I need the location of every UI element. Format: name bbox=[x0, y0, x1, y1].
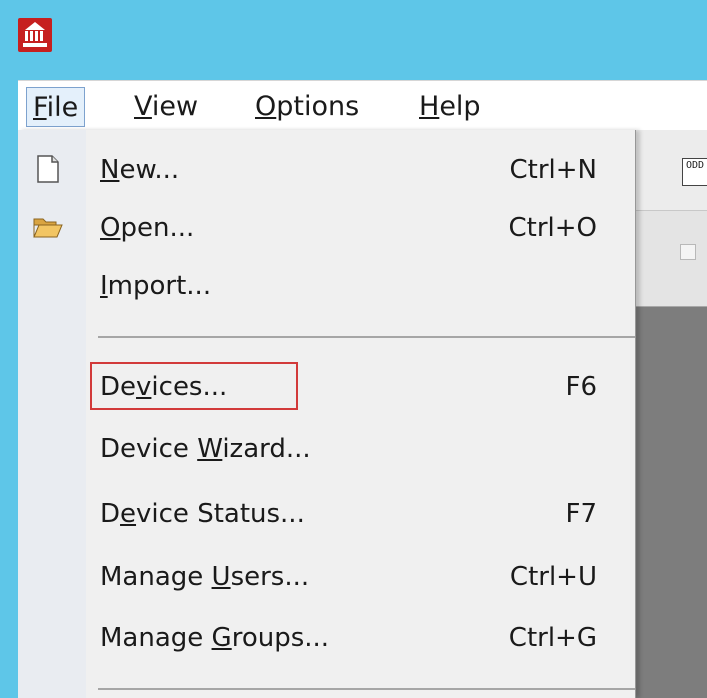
menu-item-label: Import... bbox=[100, 271, 212, 301]
menu-item-device-status[interactable]: Device Status... F7 bbox=[18, 485, 635, 543]
open-folder-icon bbox=[32, 211, 64, 243]
window-left-edge bbox=[0, 80, 18, 698]
menu-item-manage-users[interactable]: Manage Users... Ctrl+U bbox=[18, 548, 635, 606]
devices-highlight-box bbox=[90, 362, 298, 410]
menu-item-label: New... bbox=[100, 155, 180, 185]
menu-file[interactable]: File bbox=[26, 87, 86, 127]
menu-item-shortcut: Ctrl+U bbox=[509, 562, 597, 592]
menu-options[interactable]: Options bbox=[249, 87, 365, 127]
file-dropdown-menu: New... Ctrl+N Open... Ctrl+O Import... D… bbox=[18, 130, 636, 698]
menu-item-shortcut: F7 bbox=[565, 499, 598, 529]
menu-item-label: Device Wizard... bbox=[100, 434, 311, 464]
menu-bar: File View Options Help bbox=[18, 80, 707, 131]
menu-item-shortcut: Ctrl+N bbox=[509, 155, 598, 185]
menu-separator bbox=[98, 336, 635, 338]
menu-item-shortcut: F6 bbox=[565, 372, 598, 402]
menu-separator bbox=[98, 688, 635, 690]
menu-item-label: Device Status... bbox=[100, 499, 305, 529]
menu-item-new[interactable]: New... Ctrl+N bbox=[18, 141, 635, 199]
menu-item-label: Open... bbox=[100, 213, 195, 243]
menu-item-shortcut: Ctrl+O bbox=[508, 213, 597, 243]
menu-item-device-wizard[interactable]: Device Wizard... bbox=[18, 420, 635, 478]
new-document-icon bbox=[32, 153, 64, 185]
toolbar-small-icon[interactable] bbox=[680, 244, 696, 260]
menu-item-shortcut: Ctrl+G bbox=[508, 623, 597, 653]
menu-item-open[interactable]: Open... Ctrl+O bbox=[18, 199, 635, 257]
menu-item-manage-groups[interactable]: Manage Groups... Ctrl+G bbox=[18, 609, 635, 667]
odd-toolbar-icon[interactable]: ODD bbox=[682, 158, 707, 186]
title-bar bbox=[0, 0, 707, 80]
menu-item-import[interactable]: Import... bbox=[18, 257, 635, 315]
menu-help[interactable]: Help bbox=[413, 87, 487, 127]
menu-item-label: Manage Groups... bbox=[100, 623, 330, 653]
app-logo-icon[interactable] bbox=[18, 18, 52, 52]
menu-item-label: Manage Users... bbox=[100, 562, 310, 592]
menu-view[interactable]: View bbox=[128, 87, 204, 127]
